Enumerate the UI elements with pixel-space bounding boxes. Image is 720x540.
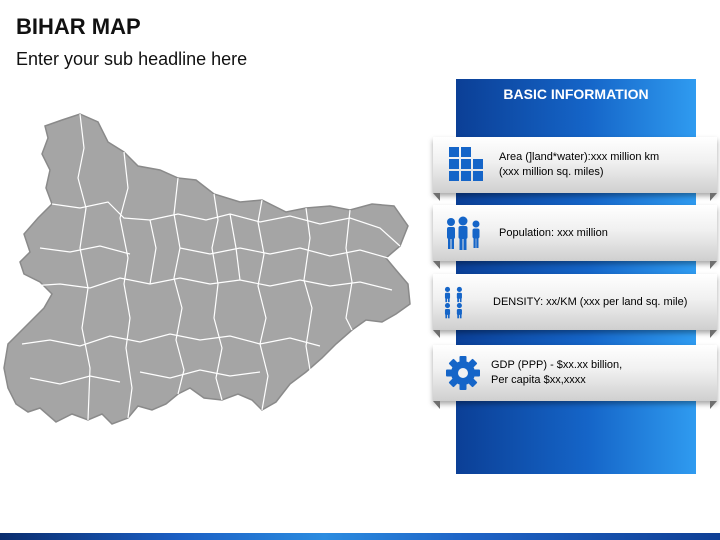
gdp-line-1: GDP (PPP) - $xx.xx billion, xyxy=(491,359,623,371)
density-text: DENSITY: xx/KM (xxx per land sq. mile) xyxy=(493,295,688,308)
card-fold xyxy=(433,261,440,269)
slide-subtitle: Enter your sub headline here xyxy=(16,49,248,69)
bihar-map xyxy=(3,113,411,425)
gdp-line-2: Per capita $xx,xxxx xyxy=(491,374,586,386)
card-fold xyxy=(433,330,440,338)
card-fold xyxy=(710,261,717,269)
density-people-icon xyxy=(444,286,462,319)
gear-icon xyxy=(446,356,480,390)
card-fold xyxy=(710,401,717,409)
people-group-icon xyxy=(447,216,480,250)
card-fold xyxy=(433,401,440,409)
population-text: Population: xxx million xyxy=(499,226,608,239)
grid-blocks-icon xyxy=(449,147,483,181)
info-card-density: DENSITY: xx/KM (xxx per land sq. mile) xyxy=(433,274,717,330)
info-heading: BASIC INFORMATION xyxy=(503,86,649,102)
info-card-area: Area (]land*water):xxx million km (xxx m… xyxy=(433,137,717,193)
info-card-gdp: GDP (PPP) - $xx.xx billion, Per capita $… xyxy=(433,345,717,401)
bottom-accent-bar xyxy=(0,533,720,540)
info-card-population: Population: xxx million xyxy=(433,205,717,261)
card-fold xyxy=(433,193,440,201)
area-line-1: Area (]land*water):xxx million km xyxy=(499,151,660,163)
card-fold xyxy=(710,193,717,201)
slide-title: BIHAR MAP xyxy=(16,14,141,39)
card-fold xyxy=(710,330,717,338)
area-line-2: (xxx million sq. miles) xyxy=(499,166,604,178)
